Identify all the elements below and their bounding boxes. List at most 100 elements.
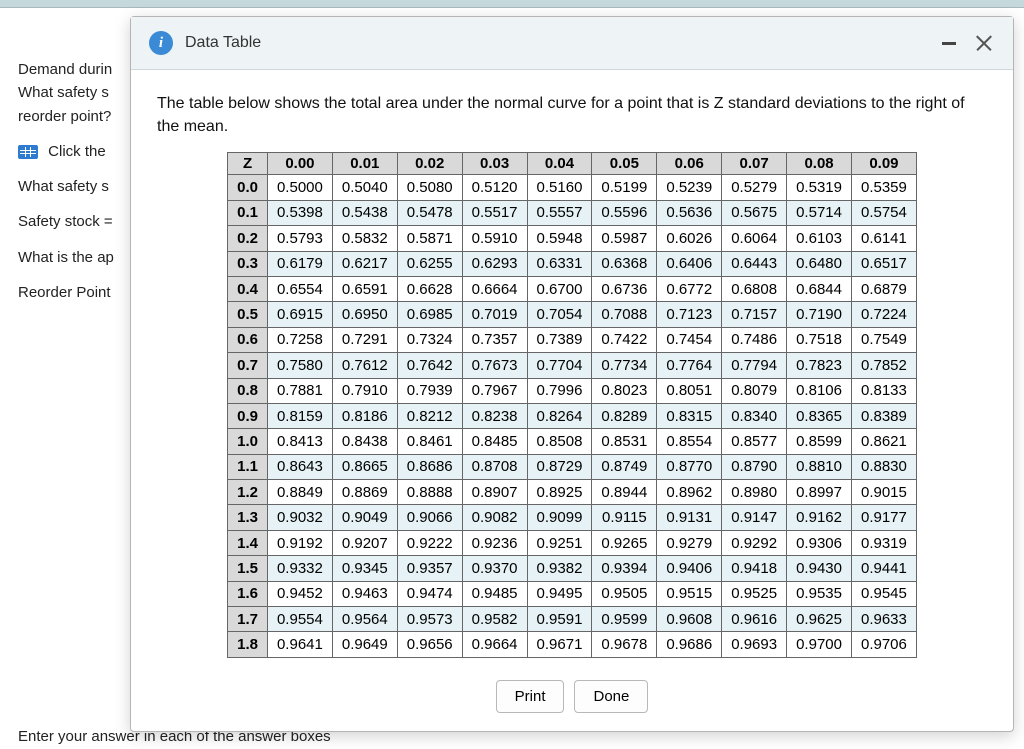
print-button[interactable]: Print	[496, 680, 565, 713]
z-table-cell: 0.6915	[267, 302, 332, 327]
minimize-button[interactable]	[939, 33, 959, 53]
z-table-cell: 0.7088	[592, 302, 657, 327]
z-table-cell: 0.5120	[462, 175, 527, 200]
z-table-cell: 0.6879	[851, 276, 916, 301]
z-table-row-header: 1.3	[228, 505, 268, 530]
table-row: 1.50.93320.93450.93570.93700.93820.93940…	[228, 556, 917, 581]
z-table-cell: 0.8389	[851, 403, 916, 428]
table-row: 0.10.53980.54380.54780.55170.55570.55960…	[228, 200, 917, 225]
z-table-cell: 0.5793	[267, 226, 332, 251]
z-table-cell: 0.6331	[527, 251, 592, 276]
z-table-cell: 0.7734	[592, 353, 657, 378]
z-table-cell: 0.6844	[787, 276, 852, 301]
z-table-col-header: 0.00	[267, 153, 332, 175]
z-table-cell: 0.8944	[592, 480, 657, 505]
z-table-cell: 0.7967	[462, 378, 527, 403]
z-table-cell: 0.5080	[397, 175, 462, 200]
z-table-cell: 0.8023	[592, 378, 657, 403]
z-table-cell: 0.8264	[527, 403, 592, 428]
table-row: 1.30.90320.90490.90660.90820.90990.91150…	[228, 505, 917, 530]
z-table-cell: 0.8212	[397, 403, 462, 428]
z-table-cell: 0.6808	[722, 276, 787, 301]
z-table-cell: 0.9474	[397, 581, 462, 606]
z-table-cell: 0.7486	[722, 327, 787, 352]
z-table-cell: 0.9505	[592, 581, 657, 606]
z-table-cell: 0.7939	[397, 378, 462, 403]
z-table-cell: 0.5279	[722, 175, 787, 200]
z-table-cell: 0.6179	[267, 251, 332, 276]
z-table-cell: 0.9049	[332, 505, 397, 530]
z-table-cell: 0.9535	[787, 581, 852, 606]
table-row: 0.20.57930.58320.58710.59100.59480.59870…	[228, 226, 917, 251]
z-table-cell: 0.9394	[592, 556, 657, 581]
done-button[interactable]: Done	[574, 680, 648, 713]
z-table-cell: 0.9265	[592, 530, 657, 555]
modal-header: i Data Table	[131, 17, 1013, 70]
z-table-cell: 0.7910	[332, 378, 397, 403]
z-table-cell: 0.9177	[851, 505, 916, 530]
z-table-cell: 0.8461	[397, 429, 462, 454]
z-table-cell: 0.8051	[657, 378, 722, 403]
z-table-cell: 0.9441	[851, 556, 916, 581]
window-topbar	[0, 0, 1024, 8]
z-table-row-header: 1.1	[228, 454, 268, 479]
z-table-cell: 0.9292	[722, 530, 787, 555]
table-row: 0.00.50000.50400.50800.51200.51600.51990…	[228, 175, 917, 200]
z-table-row-header: 1.5	[228, 556, 268, 581]
z-table-cell: 0.6985	[397, 302, 462, 327]
z-table-cell: 0.7996	[527, 378, 592, 403]
z-table-cell: 0.8485	[462, 429, 527, 454]
z-table-cell: 0.5910	[462, 226, 527, 251]
table-row: 1.10.86430.86650.86860.87080.87290.87490…	[228, 454, 917, 479]
modal-title: Data Table	[185, 34, 261, 52]
z-table-row-header: 0.4	[228, 276, 268, 301]
z-table-cell: 0.5987	[592, 226, 657, 251]
close-icon[interactable]	[973, 32, 995, 54]
table-row: 1.60.94520.94630.94740.94850.94950.95050…	[228, 581, 917, 606]
z-table-cell: 0.9554	[267, 607, 332, 632]
z-table-cell: 0.6700	[527, 276, 592, 301]
z-table-cell: 0.9573	[397, 607, 462, 632]
z-table-cell: 0.5319	[787, 175, 852, 200]
z-table-cell: 0.5239	[657, 175, 722, 200]
z-table-cell: 0.7054	[527, 302, 592, 327]
z-table-cell: 0.5675	[722, 200, 787, 225]
z-table-cell: 0.9591	[527, 607, 592, 632]
table-row: 0.90.81590.81860.82120.82380.82640.82890…	[228, 403, 917, 428]
z-table-row-header: 0.0	[228, 175, 268, 200]
z-table-cell: 0.5438	[332, 200, 397, 225]
z-table-cell: 0.5000	[267, 175, 332, 200]
z-table-row-header: 1.8	[228, 632, 268, 658]
z-table-cell: 0.6950	[332, 302, 397, 327]
z-table-cell: 0.8133	[851, 378, 916, 403]
z-table-cell: 0.8849	[267, 480, 332, 505]
z-table-cell: 0.8925	[527, 480, 592, 505]
z-table-cell: 0.5871	[397, 226, 462, 251]
z-table-row-header: 0.3	[228, 251, 268, 276]
z-table-cell: 0.7422	[592, 327, 657, 352]
z-table-cell: 0.7612	[332, 353, 397, 378]
z-table-cell: 0.9251	[527, 530, 592, 555]
z-table-cell: 0.6628	[397, 276, 462, 301]
z-table-cell: 0.9656	[397, 632, 462, 658]
z-table-cell: 0.8790	[722, 454, 787, 479]
z-table-cell: 0.7704	[527, 353, 592, 378]
z-table-cell: 0.7764	[657, 353, 722, 378]
z-table-cell: 0.9279	[657, 530, 722, 555]
z-table-cell: 0.5199	[592, 175, 657, 200]
z-table-cell: 0.8106	[787, 378, 852, 403]
z-table-cell: 0.9345	[332, 556, 397, 581]
z-table-cell: 0.6772	[657, 276, 722, 301]
z-table-cell: 0.7157	[722, 302, 787, 327]
z-table-cell: 0.5478	[397, 200, 462, 225]
z-table-cell: 0.9700	[787, 632, 852, 658]
z-table-col-header: 0.07	[722, 153, 787, 175]
z-table-cell: 0.9332	[267, 556, 332, 581]
z-table-cell: 0.9207	[332, 530, 397, 555]
z-table-cell: 0.5596	[592, 200, 657, 225]
z-table-cell: 0.7673	[462, 353, 527, 378]
z-table-row-header: 0.8	[228, 378, 268, 403]
z-table-cell: 0.8830	[851, 454, 916, 479]
z-table-cell: 0.5359	[851, 175, 916, 200]
table-row: 0.70.75800.76120.76420.76730.77040.77340…	[228, 353, 917, 378]
